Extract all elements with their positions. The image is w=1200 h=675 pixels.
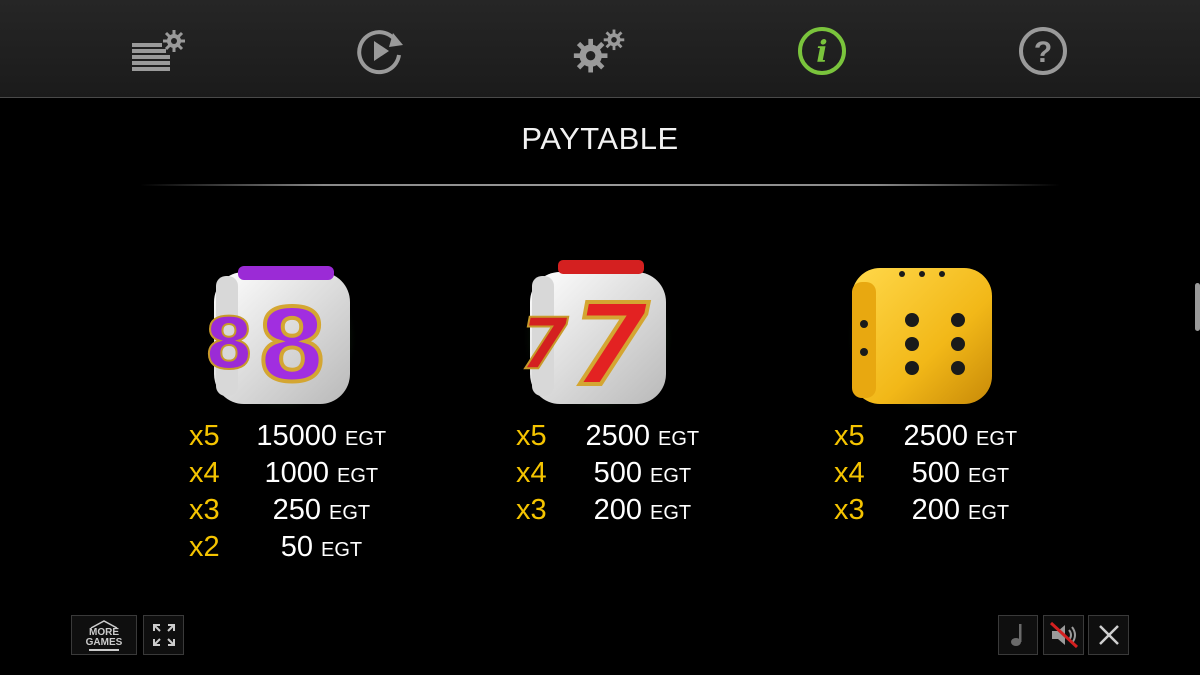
more-games-label: MORE GAMES	[85, 619, 123, 651]
sound-toggle-button[interactable]	[1043, 615, 1084, 655]
payout-list-red-seven: x5 2500 EGT x4 500 EGT x3 200 EGT	[516, 420, 699, 531]
settings-button[interactable]	[572, 24, 628, 78]
fullscreen-button[interactable]	[143, 615, 184, 655]
settings-icon	[573, 29, 625, 73]
autoplay-icon	[357, 30, 403, 75]
svg-text:8: 8	[257, 287, 327, 404]
currency-label: EGT	[321, 539, 363, 561]
currency-label: EGT	[345, 428, 387, 450]
payout-row: x3 250 EGT	[189, 494, 386, 531]
bet-settings-button[interactable]	[130, 24, 186, 78]
multiplier: x3	[516, 494, 547, 526]
payout-row: x5 2500 EGT	[834, 420, 1017, 457]
payout-row: x4 500 EGT	[834, 457, 1017, 494]
payout-amount: 1000	[264, 457, 329, 489]
scrollbar-thumb[interactable]	[1195, 283, 1200, 331]
bet-settings-icon	[132, 30, 185, 71]
payout-amount: 2500	[585, 420, 650, 452]
currency-label: EGT	[976, 428, 1018, 450]
help-button[interactable]: ?	[1015, 24, 1071, 78]
svg-text:7: 7	[520, 303, 569, 385]
fullscreen-icon	[152, 624, 175, 646]
payout-row: x3 200 EGT	[516, 494, 699, 531]
title-divider	[140, 184, 1060, 186]
red-seven-dice-icon: 7 7	[518, 258, 678, 418]
payout-row: x5 15000 EGT	[189, 420, 386, 457]
currency-label: EGT	[968, 502, 1010, 524]
svg-text:7: 7	[571, 281, 649, 411]
svg-text:8: 8	[205, 303, 254, 385]
autoplay-button[interactable]	[351, 24, 407, 78]
golden-dice-icon	[842, 258, 1002, 418]
multiplier: x4	[516, 457, 547, 489]
currency-label: EGT	[658, 428, 700, 450]
payout-row: x5 2500 EGT	[516, 420, 699, 457]
more-games-underline	[88, 648, 119, 651]
payout-row: x3 200 EGT	[834, 494, 1017, 531]
svg-text:?: ?	[1034, 36, 1052, 69]
payout-row: x2 50 EGT	[189, 531, 386, 568]
close-icon	[1098, 625, 1119, 645]
top-toolbar: i ?	[0, 0, 1200, 98]
music-toggle-button[interactable]	[998, 615, 1038, 655]
payout-amount: 200	[911, 494, 960, 526]
music-note-icon	[1011, 624, 1022, 646]
purple-eight-dice-icon: 8 8	[202, 258, 362, 418]
payout-amount: 250	[272, 494, 321, 526]
payout-amount: 500	[911, 457, 960, 489]
payout-amount: 500	[593, 457, 642, 489]
multiplier: x5	[516, 420, 547, 452]
multiplier: x4	[189, 457, 220, 489]
currency-label: EGT	[337, 465, 379, 487]
payout-row: x4 500 EGT	[516, 457, 699, 494]
currency-label: EGT	[650, 502, 692, 524]
multiplier: x2	[189, 531, 220, 563]
currency-label: EGT	[650, 465, 692, 487]
multiplier: x5	[189, 420, 220, 452]
more-games-line1: MORE	[88, 626, 119, 638]
help-icon: ?	[1019, 27, 1067, 75]
currency-label: EGT	[329, 502, 371, 524]
multiplier: x4	[834, 457, 865, 489]
multiplier: x5	[834, 420, 865, 452]
payout-amount: 15000	[256, 420, 337, 452]
info-button[interactable]: i	[794, 24, 850, 78]
currency-label: EGT	[968, 465, 1010, 487]
payout-amount: 200	[593, 494, 642, 526]
svg-text:i: i	[816, 35, 827, 70]
info-icon: i	[798, 27, 846, 75]
payout-amount: 2500	[903, 420, 968, 452]
sound-muted-icon	[1049, 621, 1078, 649]
more-games-line2: GAMES	[85, 636, 123, 648]
multiplier: x3	[189, 494, 220, 526]
payout-list-golden-dice: x5 2500 EGT x4 500 EGT x3 200 EGT	[834, 420, 1017, 531]
payout-list-purple-eight: x5 15000 EGT x4 1000 EGT x3 250 EGT x2 5…	[189, 420, 386, 568]
more-games-button[interactable]: MORE GAMES	[71, 615, 137, 655]
payout-row: x4 1000 EGT	[189, 457, 386, 494]
page-title: PAYTABLE	[521, 121, 679, 156]
multiplier: x3	[834, 494, 865, 526]
payout-amount: 50	[280, 531, 313, 563]
close-button[interactable]	[1088, 615, 1129, 655]
